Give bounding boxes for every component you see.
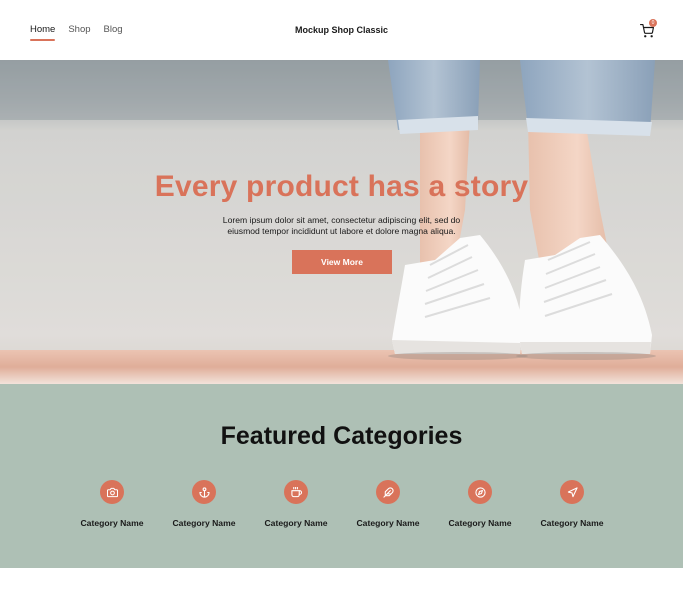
category-name: Category Name xyxy=(448,518,512,528)
hero-banner: Every product has a story Lorem ipsum do… xyxy=(0,60,683,384)
category-icon-wrap xyxy=(284,480,308,504)
category-item[interactable]: Category Name xyxy=(522,480,622,528)
cart-count-badge: 0 xyxy=(649,19,657,27)
view-more-button[interactable]: View More xyxy=(292,250,392,274)
feather-icon xyxy=(382,486,394,498)
coffee-icon xyxy=(290,486,302,497)
category-icon-wrap xyxy=(192,480,216,504)
category-name: Category Name xyxy=(540,518,604,528)
hero-subtitle: Lorem ipsum dolor sit amet, consectetur … xyxy=(222,215,461,236)
category-item[interactable]: Category Name xyxy=(246,480,346,528)
category-icon-wrap xyxy=(560,480,584,504)
hero-title: Every product has a story xyxy=(154,170,529,203)
category-icon-wrap xyxy=(376,480,400,504)
category-item[interactable]: Category Name xyxy=(430,480,530,528)
nav-home[interactable]: Home xyxy=(30,24,56,41)
nav-shop[interactable]: Shop xyxy=(68,24,90,35)
category-name: Category Name xyxy=(80,518,144,528)
category-icon-wrap xyxy=(468,480,492,504)
category-name: Category Name xyxy=(356,518,420,528)
camera-icon xyxy=(106,487,118,497)
section-title: Featured Categories xyxy=(220,422,463,450)
category-name: Category Name xyxy=(264,518,328,528)
category-name: Category Name xyxy=(172,518,236,528)
page-bottom-whitespace xyxy=(0,568,683,600)
category-item[interactable]: Category Name xyxy=(62,480,162,528)
nav-blog[interactable]: Blog xyxy=(104,24,123,35)
site-header: Home Shop Blog Mockup Shop Classic 0 xyxy=(0,0,683,60)
cart-button[interactable]: 0 xyxy=(640,19,657,38)
featured-categories-section: Featured Categories Category Name Catego… xyxy=(0,384,683,568)
main-nav: Home Shop Blog xyxy=(30,24,123,41)
category-item[interactable]: Category Name xyxy=(338,480,438,528)
send-icon xyxy=(567,486,578,497)
category-item[interactable]: Category Name xyxy=(154,480,254,528)
anchor-icon xyxy=(198,486,210,498)
category-icon-wrap xyxy=(100,480,124,504)
compass-icon xyxy=(474,486,486,498)
